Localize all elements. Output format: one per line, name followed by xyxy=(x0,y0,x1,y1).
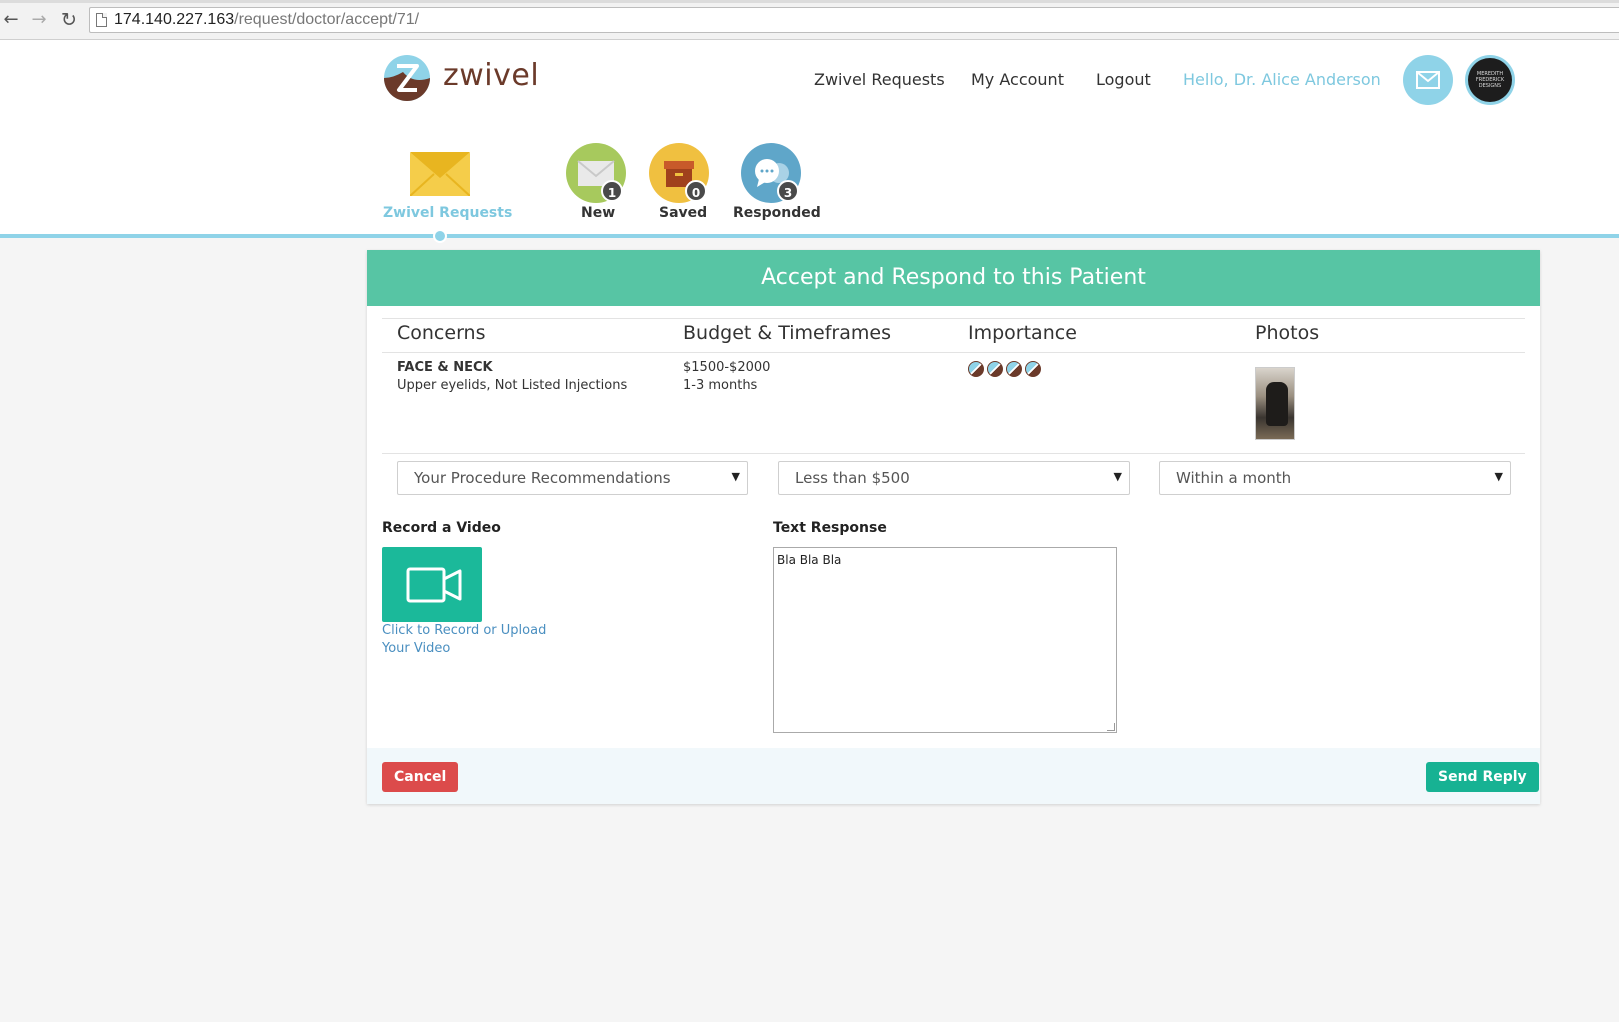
procedure-recommendations-select[interactable]: Your Procedure Recommendations ▼ xyxy=(397,461,748,495)
video-link-line1: Click to Record or Upload xyxy=(382,623,547,638)
new-count-badge: 1 xyxy=(601,180,623,202)
saved-count-badge: 0 xyxy=(685,180,707,202)
timeframe-select[interactable]: Within a month ▼ xyxy=(1159,461,1511,495)
avatar[interactable]: MEREDITH FREDERICK DESIGNS xyxy=(1465,55,1515,105)
url-text: 174.140.227.163/request/doctor/accept/71… xyxy=(114,11,419,29)
timeframe-select-value: Within a month xyxy=(1176,469,1292,487)
importance-rating xyxy=(968,361,1044,381)
importance-z-icon xyxy=(968,361,984,377)
tab-responded[interactable]: Responded xyxy=(733,205,821,221)
table-bottom-rule xyxy=(382,453,1525,454)
envelope-icon xyxy=(1416,71,1440,89)
logo-text[interactable]: zwivel xyxy=(443,58,539,93)
column-header-budget: Budget & Timeframes xyxy=(683,322,891,344)
back-arrow-icon[interactable]: ← xyxy=(0,9,22,31)
column-header-photos: Photos xyxy=(1255,322,1320,344)
column-header-importance: Importance xyxy=(968,322,1077,344)
card-footer: Cancel Send Reply xyxy=(367,748,1540,804)
tab-saved[interactable]: Saved xyxy=(659,205,707,221)
tab-new[interactable]: New xyxy=(581,205,615,221)
timeframe-value: 1-3 months xyxy=(683,378,758,393)
page-icon xyxy=(96,13,107,27)
importance-z-icon xyxy=(1006,361,1022,377)
caret-down-icon: ▼ xyxy=(1113,470,1122,483)
responded-count-badge: 3 xyxy=(777,180,799,202)
browser-tab-strip xyxy=(0,0,1619,3)
cancel-button[interactable]: Cancel xyxy=(382,762,459,792)
record-upload-video-link[interactable]: Click to Record or Upload Your Video xyxy=(382,622,546,658)
text-response-textarea[interactable]: Bla Bla Bla xyxy=(773,547,1117,733)
procedure-select-value: Your Procedure Recommendations xyxy=(414,469,671,487)
url-path: /request/doctor/accept/71/ xyxy=(234,11,420,28)
budget-value: $1500-$2000 xyxy=(683,360,771,375)
caret-down-icon: ▼ xyxy=(731,470,740,483)
text-response-value: Bla Bla Bla xyxy=(777,553,842,567)
concern-detail: Upper eyelids, Not Listed Injections xyxy=(397,378,628,393)
table-top-rule xyxy=(382,318,1525,319)
respond-card: Accept and Respond to this Patient Conce… xyxy=(367,250,1540,804)
address-bar[interactable]: 174.140.227.163/request/doctor/accept/71… xyxy=(89,7,1619,33)
avatar-logo-text: MEREDITH FREDERICK DESIGNS xyxy=(1468,58,1512,102)
resize-grip-icon[interactable] xyxy=(1107,723,1115,731)
site-header: zwivel Zwivel Requests My Account Logout… xyxy=(0,40,1619,236)
messages-button[interactable] xyxy=(1403,55,1453,105)
table-header-rule xyxy=(382,352,1525,353)
reload-icon[interactable]: ↻ xyxy=(58,9,80,31)
header-divider xyxy=(0,234,1619,238)
forward-arrow-icon[interactable]: → xyxy=(28,9,50,31)
nav-logout[interactable]: Logout xyxy=(1096,70,1151,89)
record-video-button[interactable] xyxy=(382,547,482,622)
zwivel-requests-envelope-icon[interactable] xyxy=(410,152,470,196)
send-reply-button[interactable]: Send Reply xyxy=(1426,762,1539,792)
budget-select[interactable]: Less than $500 ▼ xyxy=(778,461,1130,495)
text-response-label: Text Response xyxy=(773,520,887,536)
video-camera-icon xyxy=(406,567,462,603)
tab-zwivel-requests[interactable]: Zwivel Requests xyxy=(383,205,512,221)
concern-area: FACE & NECK xyxy=(397,360,493,375)
browser-toolbar: ← → ↻ 174.140.227.163/request/doctor/acc… xyxy=(0,0,1619,40)
patient-photo-subject xyxy=(1266,382,1288,426)
video-link-line2: Your Video xyxy=(382,641,451,656)
nav-zwivel-requests[interactable]: Zwivel Requests xyxy=(814,70,945,89)
zwivel-logo-icon[interactable] xyxy=(383,54,431,102)
importance-z-icon xyxy=(1025,361,1041,377)
budget-select-value: Less than $500 xyxy=(795,469,910,487)
nav-hello-user[interactable]: Hello, Dr. Alice Anderson xyxy=(1183,70,1381,89)
nav-my-account[interactable]: My Account xyxy=(971,70,1064,89)
caret-down-icon: ▼ xyxy=(1494,470,1503,483)
column-header-concerns: Concerns xyxy=(397,322,486,344)
patient-photo[interactable] xyxy=(1255,367,1295,440)
importance-z-icon xyxy=(987,361,1003,377)
url-host: 174.140.227.163 xyxy=(114,11,235,28)
active-tab-indicator xyxy=(433,229,447,243)
record-video-label: Record a Video xyxy=(382,520,501,536)
card-title: Accept and Respond to this Patient xyxy=(367,250,1540,306)
